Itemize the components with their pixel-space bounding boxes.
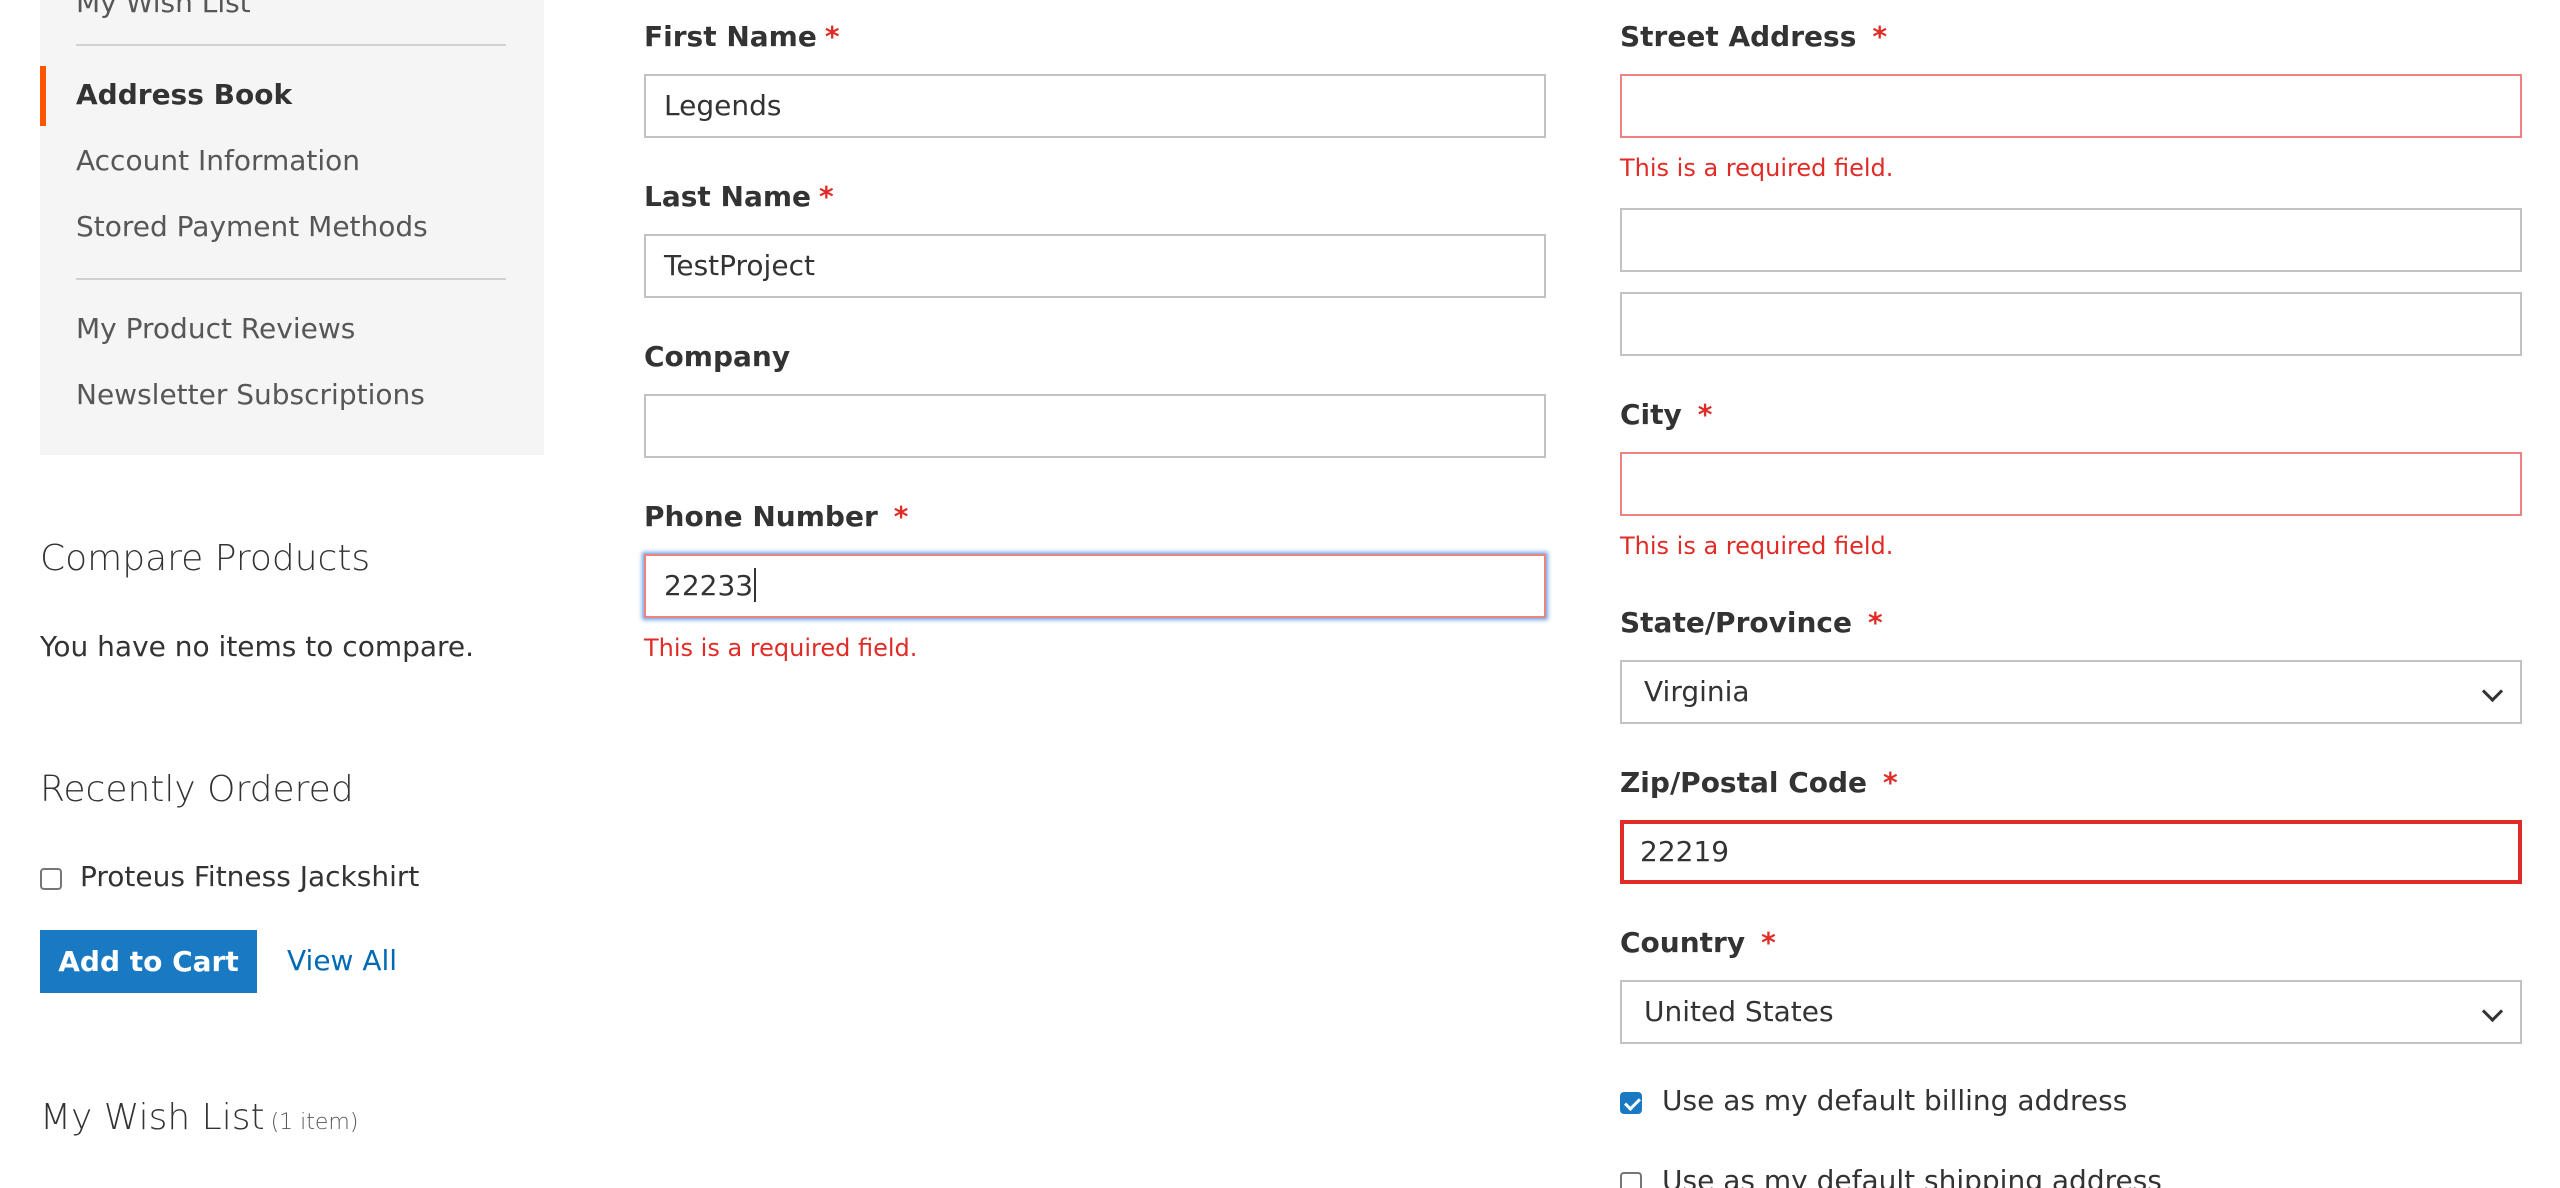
phone-number-value: 22233 bbox=[664, 569, 754, 602]
street-address-line-1-input[interactable] bbox=[1620, 74, 2522, 138]
nav-current-indicator bbox=[40, 66, 46, 126]
add-to-cart-button[interactable]: Add to Cart bbox=[40, 930, 257, 993]
compare-empty-text: You have no items to compare. bbox=[40, 630, 475, 663]
company-label: Company bbox=[644, 340, 791, 373]
required-marker: * bbox=[1697, 398, 1713, 431]
nav-item-stored-payment-methods[interactable]: Stored Payment Methods bbox=[76, 210, 428, 243]
chevron-down-icon bbox=[2481, 1000, 2504, 1023]
nav-divider bbox=[76, 278, 506, 280]
phone-number-error: This is a required field. bbox=[644, 634, 918, 662]
required-marker: * bbox=[1867, 606, 1883, 639]
city-label-text: City bbox=[1620, 398, 1682, 431]
required-marker: * bbox=[1883, 766, 1898, 799]
phone-number-input[interactable]: 22233 bbox=[644, 554, 1546, 618]
state-province-select[interactable]: Virginia bbox=[1620, 660, 2522, 724]
street-address-line-3-input[interactable] bbox=[1620, 292, 2522, 356]
phone-number-label-text: Phone Number bbox=[644, 500, 878, 533]
required-marker: * bbox=[824, 20, 840, 53]
state-province-label-text: State/Province bbox=[1620, 606, 1852, 639]
country-select[interactable]: United States bbox=[1620, 980, 2522, 1044]
phone-number-label: Phone Number * bbox=[644, 500, 908, 533]
street-address-label: Street Address * bbox=[1620, 20, 1887, 53]
required-marker: * bbox=[893, 500, 909, 533]
nav-item-account-information[interactable]: Account Information bbox=[76, 144, 360, 177]
text-caret bbox=[754, 568, 757, 602]
wishlist-counter: (1 item) bbox=[270, 1110, 359, 1135]
required-marker: * bbox=[1761, 926, 1776, 959]
view-all-link[interactable]: View All bbox=[287, 944, 397, 977]
default-billing-checkbox[interactable] bbox=[1620, 1092, 1642, 1114]
country-value: United States bbox=[1644, 995, 1834, 1028]
nav-item-newsletter-subscriptions[interactable]: Newsletter Subscriptions bbox=[76, 378, 425, 411]
chevron-down-icon bbox=[2481, 680, 2504, 703]
nav-item-address-book[interactable]: Address Book bbox=[76, 78, 292, 111]
default-shipping-label: Use as my default shipping address bbox=[1662, 1164, 2162, 1188]
street-address-error: This is a required field. bbox=[1620, 154, 1894, 182]
nav-item-my-product-reviews[interactable]: My Product Reviews bbox=[76, 312, 355, 345]
state-province-value: Virginia bbox=[1644, 675, 1750, 708]
company-input[interactable] bbox=[644, 394, 1546, 458]
required-marker: * bbox=[1872, 20, 1888, 53]
first-name-label: First Name * bbox=[644, 20, 839, 53]
city-input[interactable] bbox=[1620, 452, 2522, 516]
street-address-label-text: Street Address bbox=[1620, 20, 1857, 53]
wishlist-title: My Wish List (1 item) bbox=[40, 1097, 358, 1138]
nav-item-my-wish-list[interactable]: My Wish List bbox=[76, 0, 251, 19]
first-name-label-text: First Name bbox=[644, 20, 817, 53]
zip-postal-code-input[interactable]: 22219 bbox=[1620, 820, 2522, 884]
city-label: City * bbox=[1620, 398, 1712, 431]
zip-postal-code-label: Zip/Postal Code * bbox=[1620, 766, 1898, 799]
state-province-label: State/Province * bbox=[1620, 606, 1883, 639]
first-name-input[interactable]: Legends bbox=[644, 74, 1546, 138]
recently-ordered-item-checkbox[interactable] bbox=[40, 868, 62, 890]
street-address-line-2-input[interactable] bbox=[1620, 208, 2522, 272]
required-marker: * bbox=[819, 180, 834, 213]
default-billing-label: Use as my default billing address bbox=[1662, 1084, 2128, 1117]
recently-ordered-item-label: Proteus Fitness Jackshirt bbox=[80, 860, 420, 893]
page: My Wish List Address Book Account Inform… bbox=[0, 0, 2560, 1188]
recently-ordered-title: Recently Ordered bbox=[40, 769, 354, 810]
default-shipping-checkbox[interactable] bbox=[1620, 1172, 1642, 1188]
last-name-label: Last Name * bbox=[644, 180, 834, 213]
wishlist-title-text: My Wish List bbox=[40, 1097, 265, 1138]
country-label: Country * bbox=[1620, 926, 1776, 959]
country-label-text: Country bbox=[1620, 926, 1746, 959]
last-name-label-text: Last Name bbox=[644, 180, 812, 213]
nav-divider bbox=[76, 44, 506, 46]
last-name-input[interactable]: TestProject bbox=[644, 234, 1546, 298]
city-error: This is a required field. bbox=[1620, 532, 1894, 560]
compare-products-title: Compare Products bbox=[40, 538, 371, 579]
zip-postal-code-label-text: Zip/Postal Code bbox=[1620, 766, 1868, 799]
